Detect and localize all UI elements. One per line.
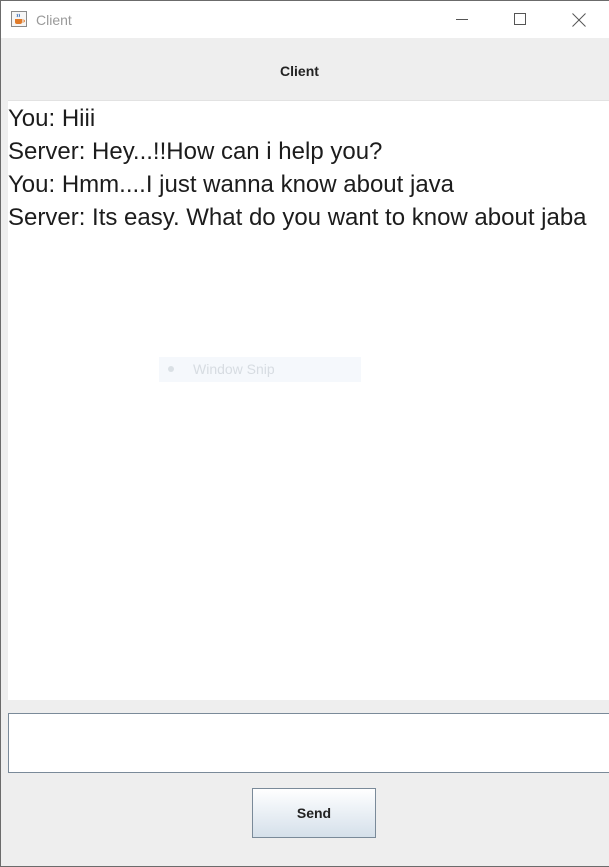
chat-message: Server: Its easy. What do you want to kn… [8,204,587,231]
chat-message: Server: Hey...!!How can i help you? [8,138,383,165]
header-title: Client [280,63,319,79]
send-button[interactable]: Send [252,788,376,838]
close-button[interactable] [549,1,607,38]
maximize-button[interactable] [491,1,549,38]
chat-transcript[interactable]: You: Hiii Server: Hey...!!How can i help… [8,100,609,700]
chat-message: You: Hiii [8,105,96,132]
chat-message: You: Hmm....I just wanna know about java [8,171,455,198]
minimize-button[interactable] [433,1,491,38]
window-title: Client [36,12,72,28]
window-snip-label: Window Snip [193,361,275,377]
title-bar[interactable]: Client [1,1,609,38]
java-cup-icon [11,11,27,27]
message-input[interactable] [8,713,609,773]
minimize-icon [456,19,468,20]
close-icon [572,13,586,27]
client-window: Client Client You: Hiii Server: Hey...!!… [0,0,609,867]
header-panel: Client [1,38,609,100]
maximize-icon [514,13,526,25]
window-snip-tooltip: Window Snip [159,357,361,382]
radio-dot-icon [168,366,174,372]
